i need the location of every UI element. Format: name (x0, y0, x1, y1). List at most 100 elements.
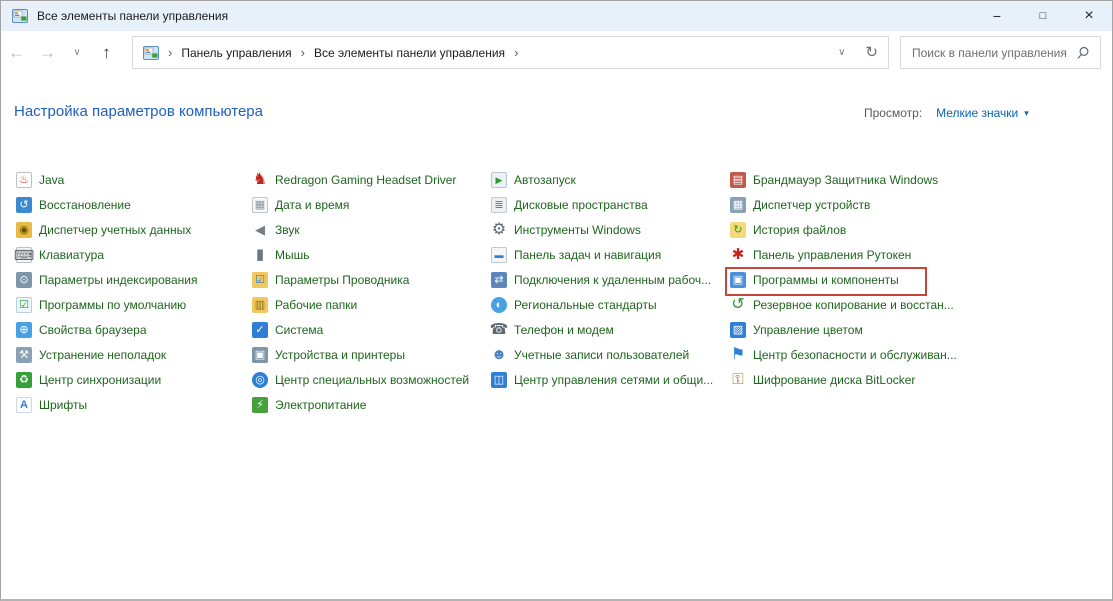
panel-item-label: Мышь (275, 248, 310, 262)
panel-item[interactable]: ⚙ Инструменты Windows (491, 217, 729, 242)
breadcrumb-chevron-icon: › (301, 45, 305, 60)
panel-item[interactable]: ⇄Подключения к удаленным рабоч... (491, 267, 729, 292)
breadcrumb-item[interactable]: Панель управления (181, 46, 291, 60)
close-button[interactable]: × (1066, 1, 1112, 31)
panel-item[interactable]: ◐Региональные стандарты (491, 292, 729, 317)
window-title: Все элементы панели управления (37, 9, 228, 23)
panel-item[interactable]: ▣Программы и компоненты (730, 267, 968, 292)
panel-item[interactable]: ▬Панель задач и навигация (491, 242, 729, 267)
panel-item[interactable]: ◎Центр специальных возможностей (252, 367, 490, 392)
java-icon: ♨ (16, 172, 32, 188)
panel-item[interactable]: ▤Брандмауэр Защитника Windows (730, 167, 968, 192)
panel-item[interactable]: ⚒Устранение неполадок (16, 342, 254, 367)
panel-item-label: Центр управления сетями и общи... (514, 373, 713, 387)
panel-item[interactable]: ✱Панель управления Рутокен (730, 242, 968, 267)
indexing-options-icon: ⊙ (16, 272, 32, 288)
panel-item[interactable]: ☑ Параметры Проводника (252, 267, 490, 292)
panel-item[interactable]: ▶Автозапуск (491, 167, 729, 192)
work-folders-icon: ▥ (252, 297, 268, 313)
panel-item[interactable]: AШрифты (16, 392, 254, 417)
panel-item[interactable]: ⚡ Электропитание (252, 392, 490, 417)
panel-item[interactable]: ♨Java (16, 167, 254, 192)
panel-item-label: Инструменты Windows (514, 223, 641, 237)
panel-item[interactable]: ☑Программы по умолчанию (16, 292, 254, 317)
panel-item-label: Телефон и модем (514, 323, 614, 337)
panel-item[interactable]: ♞Redragon Gaming Headset Driver (252, 167, 490, 192)
panel-item-label: Устройства и принтеры (275, 348, 405, 362)
keyboard-icon: ⌨ (16, 247, 32, 263)
explorer-options-icon: ☑ (252, 272, 268, 288)
forward-button[interactable]: → (32, 44, 63, 61)
bitlocker-icon: ⚿ (730, 372, 746, 388)
panel-item[interactable]: ⚑Центр безопасности и обслуживан... (730, 342, 968, 367)
panel-item-label: Клавиатура (39, 248, 104, 262)
panel-item[interactable]: ↻История файлов (730, 217, 968, 242)
mouse-icon: ▮ (252, 247, 268, 263)
panel-item[interactable]: ▥Рабочие папки (252, 292, 490, 317)
panel-item-label: Шрифты (39, 398, 87, 412)
panel-item-label: Центр безопасности и обслуживан... (753, 348, 957, 362)
panel-item-label: Параметры Проводника (275, 273, 409, 287)
sound-icon: ◀ (252, 222, 268, 238)
backup-restore-icon: ↺ (730, 297, 746, 313)
search-input[interactable] (901, 46, 1077, 60)
breadcrumb-chevron-icon: › (168, 45, 172, 60)
chevron-down-icon: ∨ (73, 47, 80, 58)
up-arrow-icon: ↑ (102, 43, 111, 62)
power-options-icon: ⚡ (252, 397, 268, 413)
panel-item-label: Дисковые пространства (514, 198, 648, 212)
rutoken-icon: ✱ (730, 247, 746, 263)
address-bar[interactable]: › Панель управления › Все элементы панели … (132, 36, 889, 69)
minimize-button[interactable]: − (974, 1, 1020, 31)
panel-item[interactable]: ↺Восстановление (16, 192, 254, 217)
back-button[interactable]: ← (1, 44, 32, 61)
panel-item[interactable]: ⚿Шифрование диска BitLocker (730, 367, 968, 392)
panel-column: ▶Автозапуск≣Дисковые пространства ⚙ Инстру… (491, 167, 729, 392)
maximize-button[interactable]: □ (1020, 1, 1066, 31)
view-control: Просмотр: Мелкие значки ▾ (864, 106, 1029, 120)
panel-item-label: Параметры индексирования (39, 273, 197, 287)
taskbar-icon: ▬ (491, 247, 507, 263)
panel-item[interactable]: ⊕ Свойства браузера (16, 317, 254, 342)
color-management-icon: ▨ (730, 322, 746, 338)
recent-locations-button[interactable]: ∨ (63, 48, 91, 58)
panel-item[interactable]: ♻Центр синхронизации (16, 367, 254, 392)
refresh-button[interactable]: ↻ (865, 45, 878, 60)
panel-item-label: Redragon Gaming Headset Driver (275, 173, 456, 187)
view-mode-dropdown[interactable]: Мелкие значки (936, 106, 1018, 120)
panel-item[interactable]: ◀ Звук (252, 217, 490, 242)
panel-item-label: Дата и время (275, 198, 349, 212)
panel-item-label: Электропитание (275, 398, 366, 412)
panel-item[interactable]: ◉Диспетчер учетных данных (16, 217, 254, 242)
panel-item[interactable]: ☻Учетные записи пользователей (491, 342, 729, 367)
breadcrumb-item[interactable]: Все элементы панели управления (314, 46, 505, 60)
address-dropdown-button[interactable]: ∨ (838, 47, 845, 58)
panel-item[interactable]: ◫Центр управления сетями и общи... (491, 367, 729, 392)
programs-features-icon: ▣ (730, 272, 746, 288)
firewall-icon: ▤ (730, 172, 746, 188)
date-time-icon: ▦ (252, 197, 268, 213)
control-panel-icon (143, 45, 159, 61)
panel-item-label: Звук (275, 223, 300, 237)
refresh-icon: ↻ (865, 44, 878, 61)
panel-item[interactable]: ▦ Дата и время (252, 192, 490, 217)
file-history-icon: ↻ (730, 222, 746, 238)
panel-item[interactable]: ✓Система (252, 317, 490, 342)
panel-item[interactable]: ▮ Мышь (252, 242, 490, 267)
search-icon[interactable] (1077, 46, 1090, 59)
panel-item[interactable]: ≣Дисковые пространства (491, 192, 729, 217)
panel-item[interactable]: ▦Диспетчер устройств (730, 192, 968, 217)
up-button[interactable]: ↑ (91, 44, 122, 61)
internet-options-icon: ⊕ (16, 322, 32, 338)
panel-item-label: Свойства браузера (39, 323, 147, 337)
troubleshooting-icon: ⚒ (16, 347, 32, 363)
panel-item[interactable]: ☎Телефон и модем (491, 317, 729, 342)
panel-item[interactable]: ↺Резервное копирование и восстан... (730, 292, 968, 317)
remote-desktop-icon: ⇄ (491, 272, 507, 288)
windows-tools-icon: ⚙ (491, 222, 507, 238)
panel-item[interactable]: ⊙ Параметры индексирования (16, 267, 254, 292)
panel-item[interactable]: ▨Управление цветом (730, 317, 968, 342)
panel-item[interactable]: ▣Устройства и принтеры (252, 342, 490, 367)
panel-item-label: Восстановление (39, 198, 131, 212)
panel-item[interactable]: ⌨ Клавиатура (16, 242, 254, 267)
